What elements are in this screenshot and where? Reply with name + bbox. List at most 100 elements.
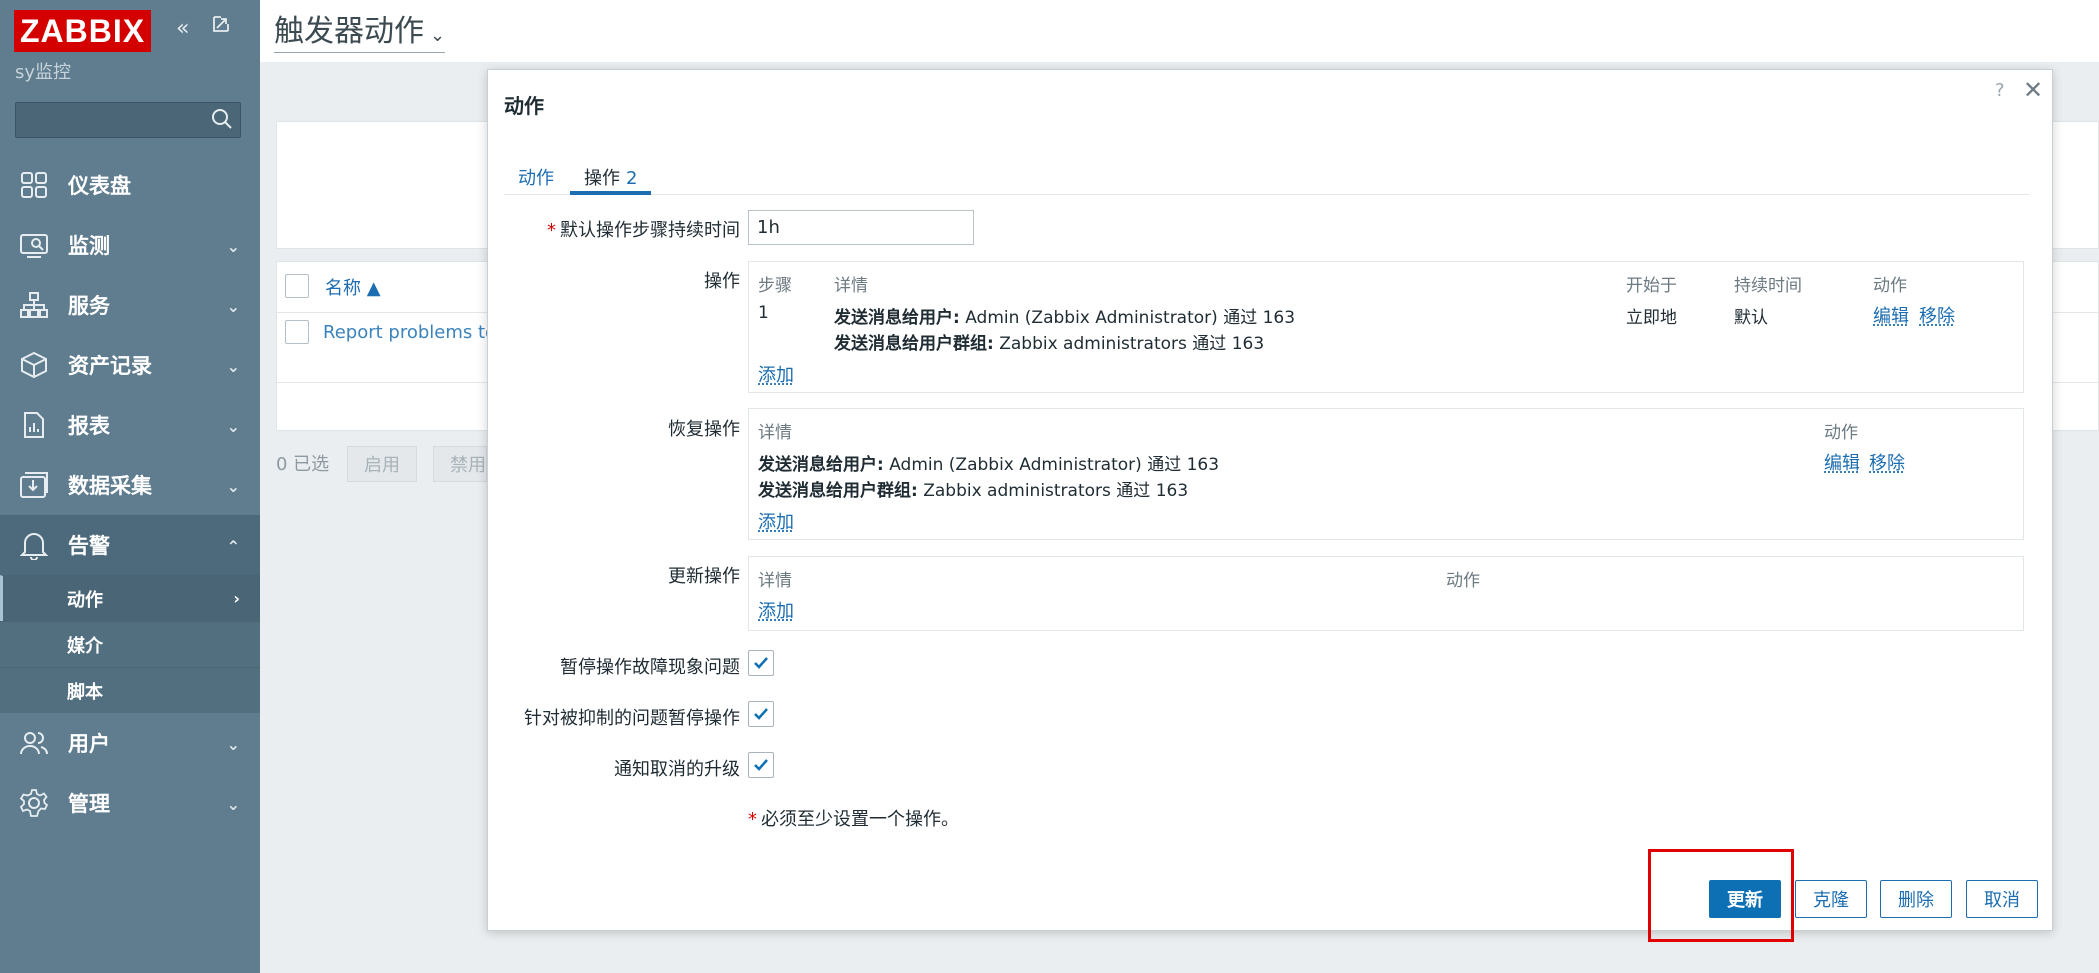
sidebar-item-administration[interactable]: 管理 ⌄ [0, 773, 260, 833]
sidebar-item-dashboard[interactable]: 仪表盘 [0, 155, 260, 215]
edit-recovery-link[interactable]: 编辑 [1824, 449, 1860, 475]
add-operation-link[interactable]: 添加 [758, 361, 794, 387]
chevron-down-icon: ⌄ [226, 795, 240, 814]
chevron-down-icon: ⌄ [226, 357, 240, 376]
detail-type: 发送消息给用户: [758, 455, 884, 475]
sidebar-item-label: 服务 [68, 294, 110, 318]
sidebar-item-inventory[interactable]: 资产记录 ⌄ [0, 335, 260, 395]
detail-text: Zabbix administrators 通过 163 [993, 334, 1265, 354]
sidebar-item-label: 告警 [68, 534, 110, 558]
chevron-down-icon: ⌄ [226, 297, 240, 316]
cancel-button[interactable]: 取消 [1966, 880, 2038, 918]
column-header-name[interactable]: 名称 ▲ [325, 274, 381, 300]
default-duration-label: * 默认操作步骤持续时间 [547, 216, 740, 242]
action-name-link[interactable]: Report problems to Z [323, 322, 514, 343]
column-header-start: 开始于 [1626, 276, 1677, 296]
sidebar-item-data-collection[interactable]: 数据采集 ⌄ [0, 455, 260, 515]
search-icon[interactable] [210, 107, 234, 131]
sidebar-item-services[interactable]: 服务 ⌄ [0, 275, 260, 335]
inventory-icon [18, 349, 50, 381]
sidebar: ZABBIX « sy监控 仪表盘 监测 ⌄ 服务 ⌄ 资产记录 ⌄ 报表 ⌄ … [0, 0, 260, 973]
notify-cancelled-checkbox[interactable] [748, 752, 774, 778]
clone-button[interactable]: 克隆 [1795, 880, 1867, 918]
sidebar-item-label: 资产记录 [68, 354, 152, 378]
chevron-right-icon: › [233, 589, 240, 608]
checkmark-icon [754, 657, 768, 669]
column-header-details: 详情 [834, 276, 868, 296]
row-checkbox[interactable] [285, 320, 309, 344]
remove-operation-link[interactable]: 移除 [1919, 302, 1955, 328]
sidebar-item-label: 报表 [68, 414, 110, 438]
action-dialog: 动作 ? ✕ 动作 操作 2 * 默认操作步骤持续时间 1h 操作 步骤 详情 开始… [487, 69, 2053, 931]
detail-type: 发送消息给用户: [834, 308, 960, 328]
enable-button[interactable]: 启用 [347, 446, 417, 482]
tab-count: 2 [626, 168, 638, 189]
column-header-action: 动作 [1873, 276, 1907, 296]
collapse-sidebar-icon[interactable]: « [176, 16, 189, 41]
sidebar-item-label: 监测 [68, 234, 110, 258]
column-header-duration: 持续时间 [1734, 276, 1802, 296]
sidebar-item-alerts[interactable]: 告警 ⌃ [0, 515, 260, 575]
delete-button[interactable]: 删除 [1880, 880, 1952, 918]
services-icon [18, 289, 50, 321]
update-operations-table: 详情 动作 添加 [748, 556, 2024, 631]
sidebar-item-label: 用户 [68, 732, 110, 756]
help-icon[interactable]: ? [1995, 80, 2005, 101]
operation-start: 立即地 [1626, 308, 1677, 328]
default-duration-input[interactable]: 1h [748, 210, 974, 245]
kiosk-mode-icon[interactable] [211, 14, 231, 40]
operations-label: 操作 [704, 271, 740, 292]
sidebar-search-input[interactable] [15, 102, 241, 138]
operation-step: 1 [758, 303, 769, 323]
chevron-down-icon: ⌄ [226, 477, 240, 496]
selected-count: 0 已选 [276, 454, 330, 475]
zabbix-logo[interactable]: ZABBIX [14, 10, 152, 52]
gear-icon [18, 787, 50, 819]
sidebar-item-label: 管理 [68, 792, 110, 816]
server-name: sy监控 [15, 62, 72, 83]
alerts-submenu: 动作 › 媒介 脚本 [0, 575, 260, 713]
select-all-checkbox[interactable] [285, 274, 309, 298]
detail-type: 发送消息给用户群组: [758, 481, 918, 501]
add-recovery-link[interactable]: 添加 [758, 508, 794, 534]
column-header-action: 动作 [1824, 423, 1858, 443]
detail-text: Admin (Zabbix Administrator) 通过 163 [959, 308, 1296, 328]
edit-operation-link[interactable]: 编辑 [1873, 302, 1909, 328]
page-title[interactable]: 触发器动作 ⌄ [274, 6, 446, 53]
submenu-item-label: 脚本 [67, 681, 103, 703]
chevron-up-icon: ⌃ [226, 537, 240, 556]
remove-recovery-link[interactable]: 移除 [1869, 449, 1905, 475]
recovery-operations-label: 恢复操作 [668, 419, 740, 440]
checkmark-icon [754, 759, 768, 771]
data-collection-icon [18, 469, 50, 501]
tab-operations[interactable]: 操作 2 [570, 150, 652, 195]
submenu-item-media[interactable]: 媒介 [0, 621, 260, 667]
add-update-link[interactable]: 添加 [758, 597, 794, 623]
column-header-step: 步骤 [758, 276, 792, 296]
submenu-item-actions[interactable]: 动作 › [0, 575, 260, 621]
submenu-item-scripts[interactable]: 脚本 [0, 667, 260, 713]
notify-cancelled-label: 通知取消的升级 [614, 759, 740, 780]
bell-icon [18, 529, 50, 561]
pause-suppressed-checkbox[interactable] [748, 701, 774, 727]
update-operations-label: 更新操作 [668, 566, 740, 587]
recovery-detail-group: 发送消息给用户群组: Zabbix administrators 通过 163 [758, 476, 1188, 501]
sidebar-item-users[interactable]: 用户 ⌄ [0, 713, 260, 773]
pause-symptoms-checkbox[interactable] [748, 650, 774, 676]
operation-detail-group: 发送消息给用户群组: Zabbix administrators 通过 163 [834, 329, 1264, 354]
disable-button[interactable]: 禁用 [433, 446, 487, 482]
sidebar-item-reports[interactable]: 报表 ⌄ [0, 395, 260, 455]
chevron-down-icon: ⌄ [430, 25, 446, 46]
sidebar-item-label: 仪表盘 [68, 174, 131, 198]
sidebar-item-monitoring[interactable]: 监测 ⌄ [0, 215, 260, 275]
tab-action[interactable]: 动作 [504, 150, 568, 195]
page-title-text: 触发器动作 [274, 14, 424, 49]
close-icon[interactable]: ✕ [2023, 76, 2043, 104]
submenu-item-label: 动作 [67, 589, 103, 611]
highlight-box [1648, 849, 1794, 942]
chevron-down-icon: ⌄ [226, 417, 240, 436]
dialog-tabs: 动作 操作 2 [504, 150, 2029, 195]
required-note: * 必须至少设置一个操作。 [748, 805, 959, 831]
pause-suppressed-label: 针对被抑制的问题暂停操作 [524, 708, 740, 729]
pause-symptoms-label: 暂停操作故障现象问题 [560, 657, 740, 678]
